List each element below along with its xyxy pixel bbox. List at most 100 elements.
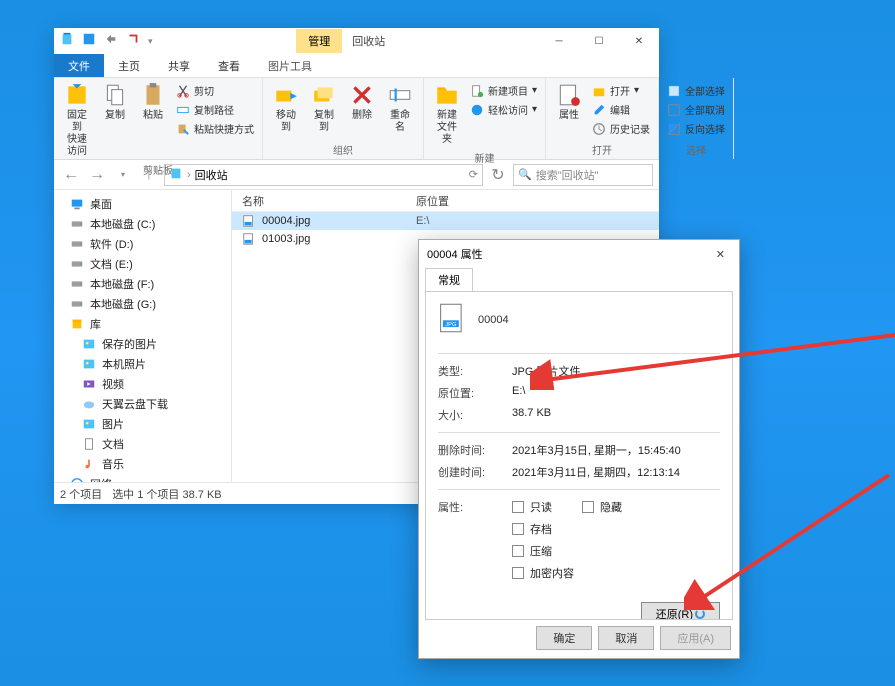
manage-contextual-tab[interactable]: 管理	[296, 29, 342, 53]
value-size: 38.7 KB	[512, 407, 720, 423]
column-name[interactable]: 名称	[232, 193, 412, 209]
up-button[interactable]: ↑	[138, 164, 160, 186]
tree-item[interactable]: 天翼云盘下载	[54, 394, 231, 414]
drive-icon	[70, 237, 84, 251]
pin-button[interactable]: 固定到 快速访问	[60, 80, 94, 160]
tab-home[interactable]: 主页	[104, 54, 154, 77]
checkbox-archive[interactable]: 存档	[512, 521, 552, 537]
checkbox-compress[interactable]: 压缩	[512, 543, 552, 559]
tree-item[interactable]: 桌面	[54, 194, 231, 214]
drive-icon	[70, 217, 84, 231]
paste-shortcut-button[interactable]: 粘贴快捷方式	[174, 120, 256, 137]
tree-item[interactable]: 保存的图片	[54, 334, 231, 354]
forward-button[interactable]: →	[86, 164, 108, 186]
undo-icon[interactable]	[104, 32, 118, 51]
group-label-open: 打开	[552, 140, 652, 159]
tree-item[interactable]: 本地磁盘 (C:)	[54, 214, 231, 234]
apply-button[interactable]: 应用(A)	[660, 626, 731, 650]
back-button[interactable]: ←	[60, 164, 82, 186]
redo-icon[interactable]	[126, 32, 140, 51]
tree-item-label: 桌面	[90, 196, 112, 212]
delete-button[interactable]: 删除	[345, 80, 379, 124]
restore-button[interactable]: 还原(R)	[641, 602, 720, 620]
file-name: 00004.jpg	[262, 215, 310, 227]
drive-icon	[70, 297, 84, 311]
ribbon-group-clipboard: 固定到 快速访问 复制 粘贴 剪切 复制路径 粘贴快捷方式 剪贴板	[54, 78, 263, 159]
copy-path-button[interactable]: 复制路径	[174, 101, 256, 118]
tree-item[interactable]: 视频	[54, 374, 231, 394]
tab-share[interactable]: 共享	[154, 54, 204, 77]
copy-button[interactable]: 复制	[98, 80, 132, 124]
ok-button[interactable]: 确定	[536, 626, 592, 650]
checkbox-hidden[interactable]: 隐藏	[582, 499, 622, 515]
tree-item[interactable]: 软件 (D:)	[54, 234, 231, 254]
column-headers[interactable]: 名称 原位置	[232, 190, 659, 212]
copy-to-button[interactable]: 复制到	[307, 80, 341, 136]
dropdown-icon[interactable]: ▾	[148, 36, 153, 47]
new-folder-button[interactable]: 新建 文件夹	[430, 80, 464, 148]
dialog-title-bar[interactable]: 00004 属性 ✕	[419, 240, 739, 268]
tree-item[interactable]: 库	[54, 314, 231, 334]
jpg-icon	[242, 214, 256, 228]
select-none-button[interactable]: 全部取消	[665, 101, 727, 118]
checkbox-readonly[interactable]: 只读	[512, 499, 552, 515]
edit-button[interactable]: 编辑	[590, 101, 652, 118]
new-item-button[interactable]: 新建项目 ▾	[468, 82, 539, 99]
navigation-tree[interactable]: 桌面本地磁盘 (C:) 软件 (D:) 文档 (E:) 本地磁盘 (F:) 本地磁盘 (…	[54, 190, 232, 482]
cancel-button[interactable]: 取消	[598, 626, 654, 650]
tree-item[interactable]: 文档 (E:)	[54, 254, 231, 274]
label-created: 创建时间:	[438, 464, 512, 480]
minimize-button[interactable]: ─	[539, 28, 579, 54]
tab-general[interactable]: 常规	[425, 268, 473, 291]
address-bar[interactable]: › 回收站 ⟳	[164, 164, 483, 186]
music-icon	[82, 457, 96, 471]
tree-item[interactable]: 本地磁盘 (F:)	[54, 274, 231, 294]
library-icon	[70, 317, 84, 331]
file-row[interactable]: 00004.jpgE:\	[232, 212, 659, 230]
tree-item[interactable]: 本地磁盘 (G:)	[54, 294, 231, 314]
tab-view[interactable]: 查看	[204, 54, 254, 77]
drive-icon	[70, 257, 84, 271]
tree-item[interactable]: 本机照片	[54, 354, 231, 374]
pictures-icon	[82, 337, 96, 351]
recent-button[interactable]: ▾	[112, 164, 134, 186]
save-icon[interactable]	[82, 32, 96, 51]
column-original-location[interactable]: 原位置	[412, 193, 659, 209]
checkbox-encrypt[interactable]: 加密内容	[512, 565, 574, 581]
move-to-button[interactable]: 移动到	[269, 80, 303, 136]
tree-item-label: 文档	[102, 436, 124, 452]
tree-item[interactable]: 音乐	[54, 454, 231, 474]
close-button[interactable]: ✕	[619, 28, 659, 54]
tree-item-label: 视频	[102, 376, 124, 392]
tree-item-label: 本地磁盘 (F:)	[90, 276, 154, 292]
ribbon-tabs: 文件 主页 共享 查看 图片工具	[54, 54, 659, 78]
select-all-button[interactable]: 全部选择	[665, 82, 727, 99]
tab-file[interactable]: 文件	[54, 54, 104, 77]
history-button[interactable]: 历史记录	[590, 120, 652, 137]
tree-item[interactable]: 图片	[54, 414, 231, 434]
open-button[interactable]: 打开 ▾	[590, 82, 652, 99]
maximize-button[interactable]: ☐	[579, 28, 619, 54]
tree-item-label: 图片	[102, 416, 124, 432]
breadcrumb[interactable]: 回收站	[195, 167, 228, 183]
dialog-body: JPG 00004 类型:JPG 图片文件 原位置:E:\ 大小:38.7 KB…	[425, 291, 733, 620]
quick-access-toolbar: ▾	[54, 32, 153, 51]
jpg-file-icon: JPG	[438, 302, 466, 337]
value-created: 2021年3月11日, 星期四，12:13:14	[512, 464, 720, 480]
tree-item[interactable]: 文档	[54, 434, 231, 454]
properties-button[interactable]: 属性	[552, 80, 586, 124]
tree-item[interactable]: 网络	[54, 474, 231, 482]
tab-picture-tools[interactable]: 图片工具	[254, 54, 326, 77]
rename-button[interactable]: 重命名	[383, 80, 417, 136]
invert-selection-button[interactable]: 反向选择	[665, 120, 727, 137]
search-input[interactable]: 🔍 搜索"回收站"	[513, 164, 653, 186]
ribbon-group-new: 新建 文件夹 新建项目 ▾ 轻松访问 ▾ 新建	[424, 78, 546, 159]
easy-access-button[interactable]: 轻松访问 ▾	[468, 101, 539, 118]
tree-item-label: 软件 (D:)	[90, 236, 133, 252]
paste-button[interactable]: 粘贴	[136, 80, 170, 124]
refresh-button[interactable]: ↻	[487, 164, 509, 186]
address-bar-row: ← → ▾ ↑ › 回收站 ⟳ ↻ 🔍 搜索"回收站"	[54, 160, 659, 190]
cut-button[interactable]: 剪切	[174, 82, 256, 99]
close-button[interactable]: ✕	[710, 246, 731, 263]
dialog-title: 00004 属性	[427, 246, 483, 262]
